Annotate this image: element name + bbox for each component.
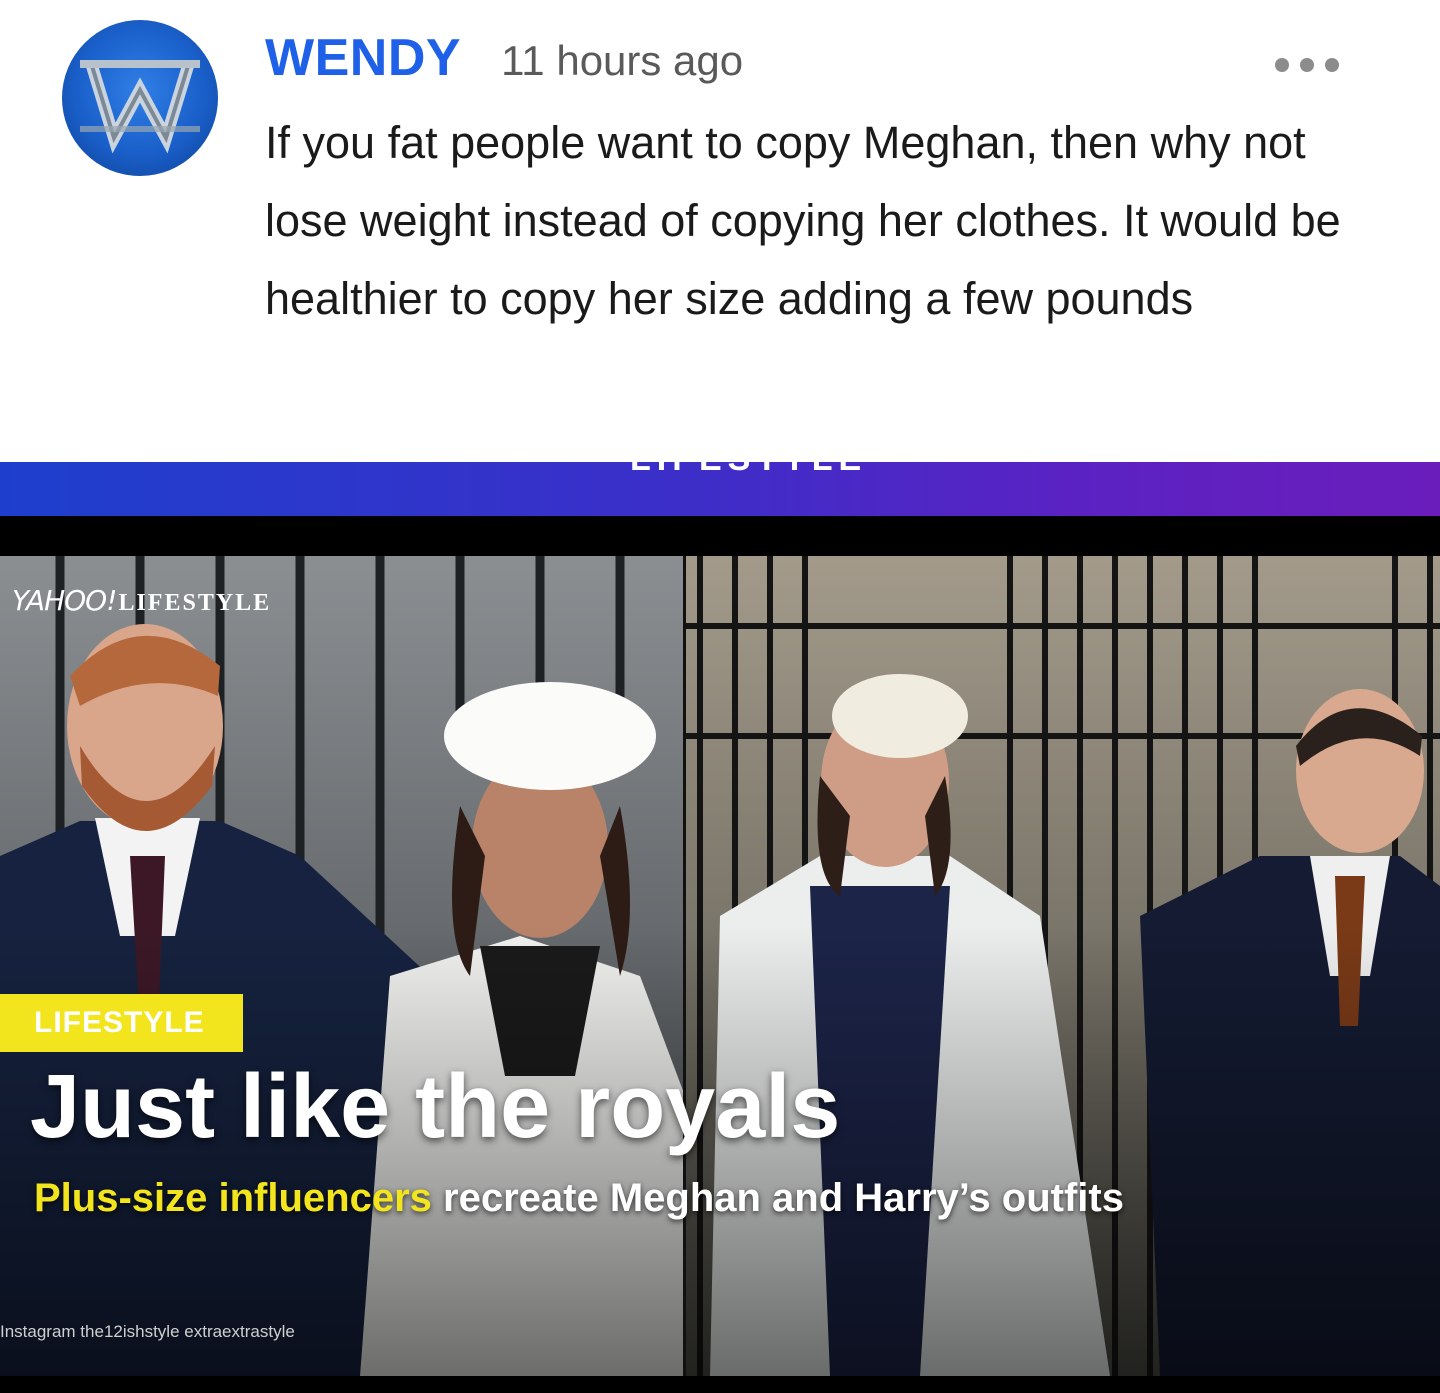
more-options-icon[interactable] — [1275, 52, 1339, 78]
brand-section: LIFESTYLE — [118, 590, 272, 616]
subhead-text: recreate Meghan and Harry’s outfits — [431, 1176, 1124, 1220]
photo-credit: Instagram the12ishstyle extraextrastyle — [0, 1322, 295, 1341]
category-header-label: LIFESTYLE — [630, 462, 867, 479]
dot — [1275, 58, 1289, 72]
article-card[interactable]: YAHOO!LIFESTYLE LIFESTYLE Just like the … — [0, 516, 1440, 1393]
brand-yahoo: YAHOO! — [12, 584, 117, 617]
dot — [1300, 58, 1314, 72]
comment-body: If you fat people want to copy Meghan, t… — [265, 117, 1341, 324]
category-badge[interactable]: LIFESTYLE — [0, 994, 243, 1052]
w-logo-icon — [80, 60, 200, 154]
avatar[interactable] — [62, 20, 218, 176]
yahoo-lifestyle-logo: YAHOO!LIFESTYLE — [12, 584, 271, 617]
category-header-bar: LIFESTYLE — [0, 462, 1440, 516]
dot — [1325, 58, 1339, 72]
comment-timestamp: 11 hours ago — [501, 37, 744, 84]
article-subhead: Plus-size influencers recreate Meghan an… — [34, 1176, 1124, 1221]
comment: WENDY 11 hours ago If you fat people wan… — [0, 0, 1440, 462]
comment-author[interactable]: WENDY — [265, 28, 461, 88]
subhead-highlight: Plus-size influencers — [34, 1176, 432, 1220]
article-headline[interactable]: Just like the royals — [30, 1056, 840, 1159]
article-photo — [0, 556, 1440, 1376]
comment-meta: WENDY 11 hours ago — [265, 28, 743, 98]
